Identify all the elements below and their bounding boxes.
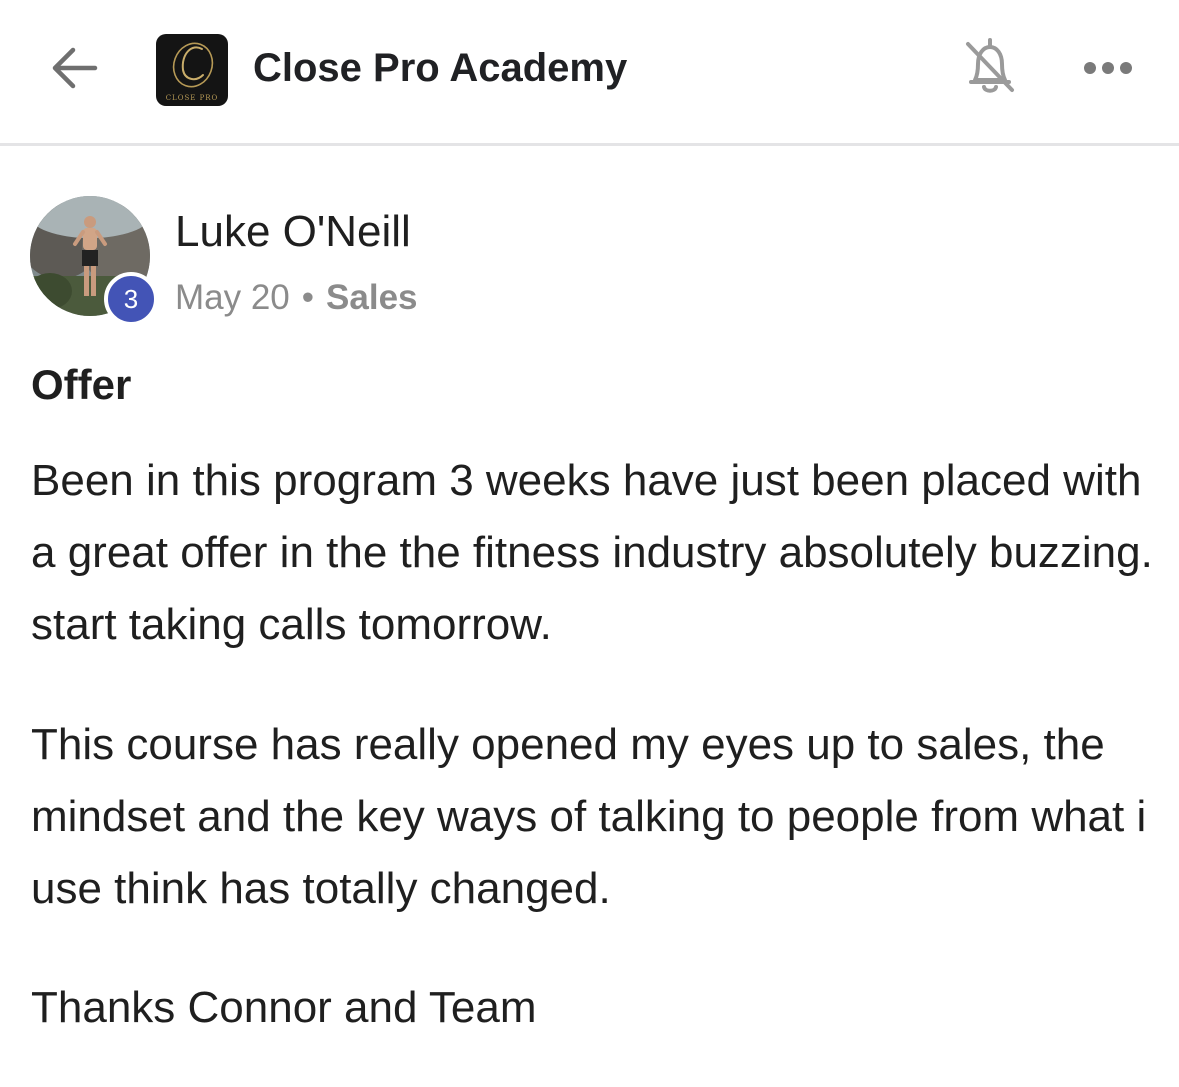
notifications-button[interactable] xyxy=(958,36,1022,102)
post-title: Offer xyxy=(31,361,132,408)
arrow-left-icon xyxy=(49,46,99,95)
back-button[interactable] xyxy=(44,44,104,96)
author-name[interactable]: Luke O'Neill xyxy=(175,206,411,258)
post-category[interactable]: Sales xyxy=(326,278,417,317)
post-body-paragraph: Thanks Connor and Team xyxy=(31,983,537,1032)
group-title[interactable]: Close Pro Academy xyxy=(253,44,627,92)
more-options-button[interactable] xyxy=(1078,52,1138,88)
meta-separator: • xyxy=(301,278,315,317)
bell-off-icon xyxy=(963,36,1017,103)
post-meta: May 20 • Sales xyxy=(175,276,418,320)
logo-caption: CLOSE PRO xyxy=(165,94,219,102)
more-horizontal-icon xyxy=(1082,61,1134,80)
top-bar: CLOSE PRO Close Pro Academy xyxy=(0,0,1179,146)
post-body-paragraph: This course has really opened my eyes up… xyxy=(31,720,1147,913)
level-badge: 3 xyxy=(104,272,158,326)
group-logo[interactable]: CLOSE PRO xyxy=(156,34,228,106)
post-date: May 20 xyxy=(175,278,290,317)
post-body-paragraph: Been in this program 3 weeks have just b… xyxy=(31,456,1153,649)
